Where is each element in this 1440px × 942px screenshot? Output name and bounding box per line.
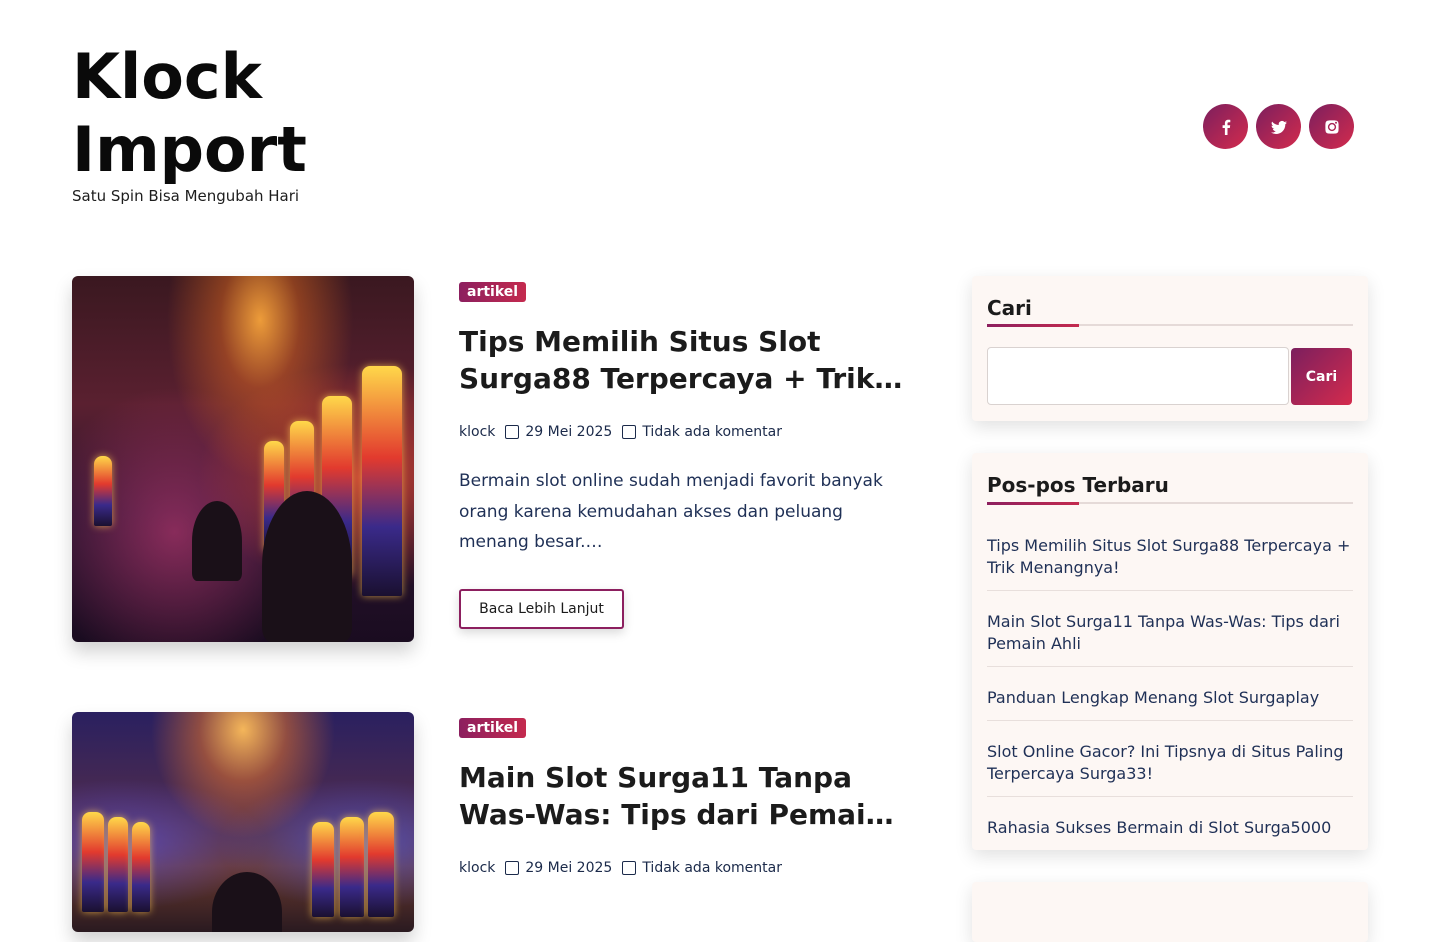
widget-title-rule bbox=[987, 502, 1353, 505]
widget-title: Cari bbox=[987, 296, 1032, 320]
post-author[interactable]: klock bbox=[459, 424, 495, 440]
calendar-icon bbox=[505, 425, 520, 439]
post-category-tag[interactable]: artikel bbox=[459, 282, 527, 302]
widget-title-rule bbox=[987, 324, 1353, 327]
search-input[interactable] bbox=[987, 347, 1289, 405]
recent-post-link[interactable]: Panduan Lengkap Menang Slot Surgaplay bbox=[987, 687, 1353, 721]
post-date[interactable]: 29 Mei 2025 bbox=[525, 424, 612, 440]
post-thumbnail-casino[interactable] bbox=[72, 276, 414, 642]
post-author[interactable]: klock bbox=[459, 860, 495, 876]
post-meta: klock 29 Mei 2025 Tidak ada komentar bbox=[459, 860, 782, 876]
post-thumbnail-casino[interactable] bbox=[72, 712, 414, 932]
post-comments[interactable]: Tidak ada komentar bbox=[642, 424, 782, 440]
post-category-tag[interactable]: artikel bbox=[459, 718, 527, 738]
post-title[interactable]: Main Slot Surga11 Tanpa Was-Was: Tips da… bbox=[459, 759, 919, 833]
post-excerpt: Bermain slot online sudah menjadi favori… bbox=[459, 471, 883, 552]
recent-posts-widget: Pos-pos Terbaru Tips Memilih Situs Slot … bbox=[972, 453, 1368, 850]
comment-icon bbox=[622, 425, 637, 439]
search-button[interactable]: Cari bbox=[1291, 348, 1352, 405]
recent-post-link[interactable]: Main Slot Surga11 Tanpa Was-Was: Tips da… bbox=[987, 611, 1353, 667]
twitter-icon[interactable] bbox=[1256, 104, 1301, 149]
site-tagline: Satu Spin Bisa Mengubah Hari bbox=[72, 187, 300, 205]
site-title[interactable]: Klock Import bbox=[72, 40, 402, 186]
sidebar-widget bbox=[972, 882, 1368, 942]
calendar-icon bbox=[505, 861, 520, 875]
recent-post-link[interactable]: Slot Online Gacor? Ini Tipsnya di Situs … bbox=[987, 741, 1353, 797]
comment-icon bbox=[622, 861, 637, 875]
social-links bbox=[1203, 104, 1354, 149]
recent-post-link[interactable]: Rahasia Sukses Bermain di Slot Surga5000 bbox=[987, 817, 1353, 850]
widget-title: Pos-pos Terbaru bbox=[987, 473, 1169, 497]
recent-post-link[interactable]: Tips Memilih Situs Slot Surga88 Terperca… bbox=[987, 535, 1353, 591]
read-more-button[interactable]: Baca Lebih Lanjut bbox=[459, 589, 624, 629]
search-widget: Cari Cari bbox=[972, 276, 1368, 421]
post-title[interactable]: Tips Memilih Situs Slot Surga88 Terperca… bbox=[459, 323, 919, 397]
facebook-icon[interactable] bbox=[1203, 104, 1248, 149]
recent-posts-list: Tips Memilih Situs Slot Surga88 Terperca… bbox=[987, 535, 1353, 870]
instagram-icon[interactable] bbox=[1309, 104, 1354, 149]
post-meta: klock 29 Mei 2025 Tidak ada komentar bbox=[459, 424, 782, 440]
post-comments[interactable]: Tidak ada komentar bbox=[642, 860, 782, 876]
post-date[interactable]: 29 Mei 2025 bbox=[525, 860, 612, 876]
